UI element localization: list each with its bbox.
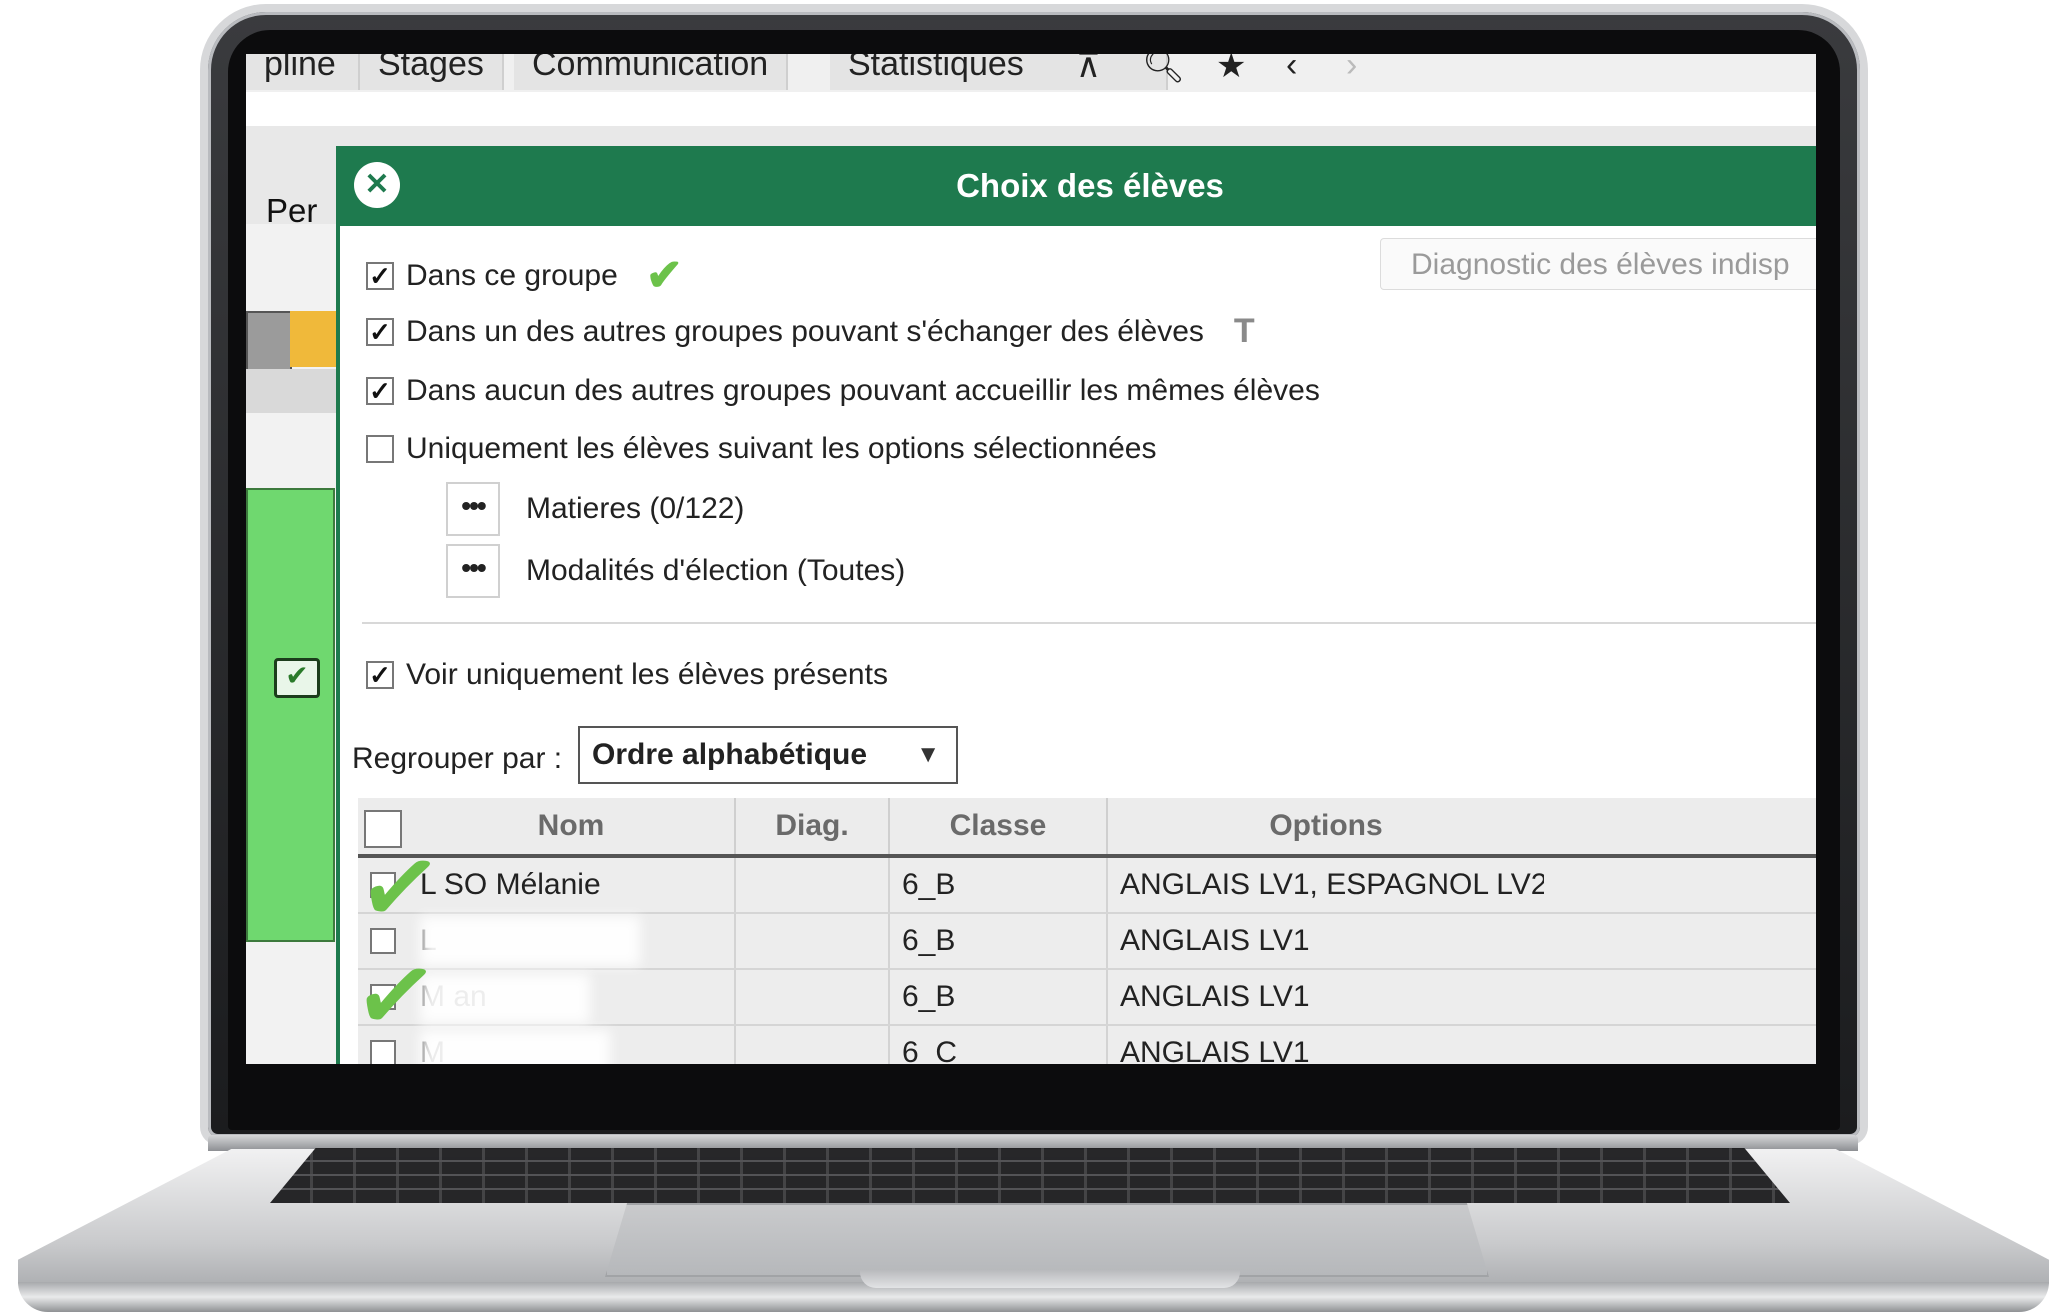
election-modes-label: Modalités d'élection (Toutes) xyxy=(526,554,906,587)
name-blur xyxy=(420,916,640,966)
checkbox-in-group[interactable]: ✓ xyxy=(366,261,394,290)
column-header-diag[interactable]: Diag. xyxy=(736,798,890,854)
screen: pline Stages Communication Statistiques … xyxy=(246,54,1816,1064)
grid-cell-grey xyxy=(246,311,292,371)
option-present-only[interactable]: ✓ Voir uniquement les élèves présents xyxy=(366,658,888,692)
cell-classe: 6_C xyxy=(890,1026,1108,1064)
menu-tab-statistiques[interactable]: Statistiques xyxy=(830,54,1168,90)
keyboard xyxy=(270,1148,1790,1203)
diagnostic-button[interactable]: Diagnostic des élèves indisp xyxy=(1380,238,1816,290)
group-by-select[interactable]: Ordre alphabétique ▼ xyxy=(578,726,958,784)
trackpad xyxy=(605,1203,1489,1277)
cell-classe: 6_B xyxy=(890,970,1108,1024)
subjects-filter: ••• Matieres (0/122) xyxy=(446,482,744,536)
option-label: Uniquement les élèves suivant les option… xyxy=(406,432,1157,465)
grid-row xyxy=(246,369,336,413)
option-other-groups-exchange[interactable]: ✓ Dans un des autres groupes pouvant s'é… xyxy=(366,312,1255,351)
menu-tab-stages[interactable]: Stages xyxy=(360,54,504,90)
table-header: Nom Diag. Classe Options xyxy=(358,798,1816,858)
search-icon[interactable]: 🔍︎ xyxy=(1142,54,1185,86)
laptop-notch xyxy=(860,1270,1240,1288)
subjects-label: Matieres (0/122) xyxy=(526,492,745,525)
dialog-title: Choix des élèves xyxy=(956,167,1224,204)
more-options-button[interactable]: ••• xyxy=(446,482,500,536)
student-choice-dialog: ✕ Choix des élèves ✓ Dans ce groupe ✔ ✓ … xyxy=(336,146,1816,1064)
option-no-other-group[interactable]: ✓ Dans aucun des autres groupes pouvant … xyxy=(366,374,1320,408)
option-label: Dans ce groupe xyxy=(406,258,618,292)
chevron-down-icon: ▼ xyxy=(916,741,940,768)
filter-icon[interactable]: T xyxy=(1234,312,1255,351)
green-check-icon: ✔ xyxy=(645,251,683,300)
dialog-titlebar: ✕ Choix des élèves xyxy=(340,146,1816,226)
column-header-classe[interactable]: Classe xyxy=(890,798,1108,854)
cell-classe: 6_B xyxy=(890,858,1108,912)
key-row xyxy=(270,1160,1790,1162)
group-by-label: Regrouper par : xyxy=(352,742,563,775)
menu-tab-communication[interactable]: Communication xyxy=(514,54,789,90)
option-label: Dans aucun des autres groupes pouvant ac… xyxy=(406,374,1320,407)
grid-cell-yellow xyxy=(290,311,336,367)
bookmark-icon[interactable]: ★ xyxy=(1216,54,1246,86)
divider xyxy=(362,622,1816,624)
checkbox-selected-options-only[interactable] xyxy=(366,435,394,463)
comment-icon[interactable]: ✔ xyxy=(274,658,320,698)
green-check-icon: ✓ xyxy=(350,826,450,950)
checkbox-other-groups-exchange[interactable]: ✓ xyxy=(366,317,394,346)
cell-diag xyxy=(736,858,890,912)
cell-options: ANGLAIS LV1, ESPAGNOL LV2 xyxy=(1120,868,1544,901)
cell-diag xyxy=(736,1026,890,1064)
forward-icon[interactable]: › xyxy=(1346,54,1357,85)
green-course-block[interactable] xyxy=(246,488,335,942)
option-selected-options-only[interactable]: Uniquement les élèves suivant les option… xyxy=(366,432,1156,466)
election-modes-filter: ••• Modalités d'élection (Toutes) xyxy=(446,544,905,598)
key-row xyxy=(270,1188,1790,1190)
cell-classe: 6_B xyxy=(890,914,1108,968)
key-row xyxy=(270,1174,1790,1176)
option-label: Dans un des autres groupes pouvant s'éch… xyxy=(406,314,1204,348)
cell-nom: L SO Mélanie xyxy=(408,858,736,912)
option-label: Voir uniquement les élèves présents xyxy=(406,658,888,691)
cell-options: ANGLAIS LV1 xyxy=(1120,924,1310,957)
cell-options: ANGLAIS LV1 xyxy=(1120,980,1310,1013)
more-options-button[interactable]: ••• xyxy=(446,544,500,598)
menu-tab-pline[interactable]: pline xyxy=(246,54,360,90)
option-in-group[interactable]: ✓ Dans ce groupe ✔ xyxy=(366,250,683,301)
pin-icon[interactable]: ⊼ xyxy=(1076,54,1101,86)
name-blur xyxy=(420,1030,610,1064)
checkbox-no-other-group[interactable]: ✓ xyxy=(366,377,394,405)
menu-bar: pline Stages Communication Statistiques … xyxy=(246,54,1816,92)
group-by-value: Ordre alphabétique xyxy=(592,738,868,771)
green-check-icon: ✓ xyxy=(346,934,446,1058)
table-row[interactable]: L SO Mélanie 6_B ANGLAIS LV1, ESPAGNOL L… xyxy=(358,858,1816,914)
column-header-nom[interactable]: Nom xyxy=(408,798,736,854)
cell-options: ANGLAIS LV1 xyxy=(1120,1036,1310,1064)
column-header-options[interactable]: Options xyxy=(1108,798,1544,854)
cell-diag xyxy=(736,914,890,968)
back-icon[interactable]: ‹ xyxy=(1286,54,1297,85)
cell-diag xyxy=(736,970,890,1024)
checkbox-present-only[interactable]: ✓ xyxy=(366,661,394,689)
name-blur xyxy=(420,974,590,1024)
